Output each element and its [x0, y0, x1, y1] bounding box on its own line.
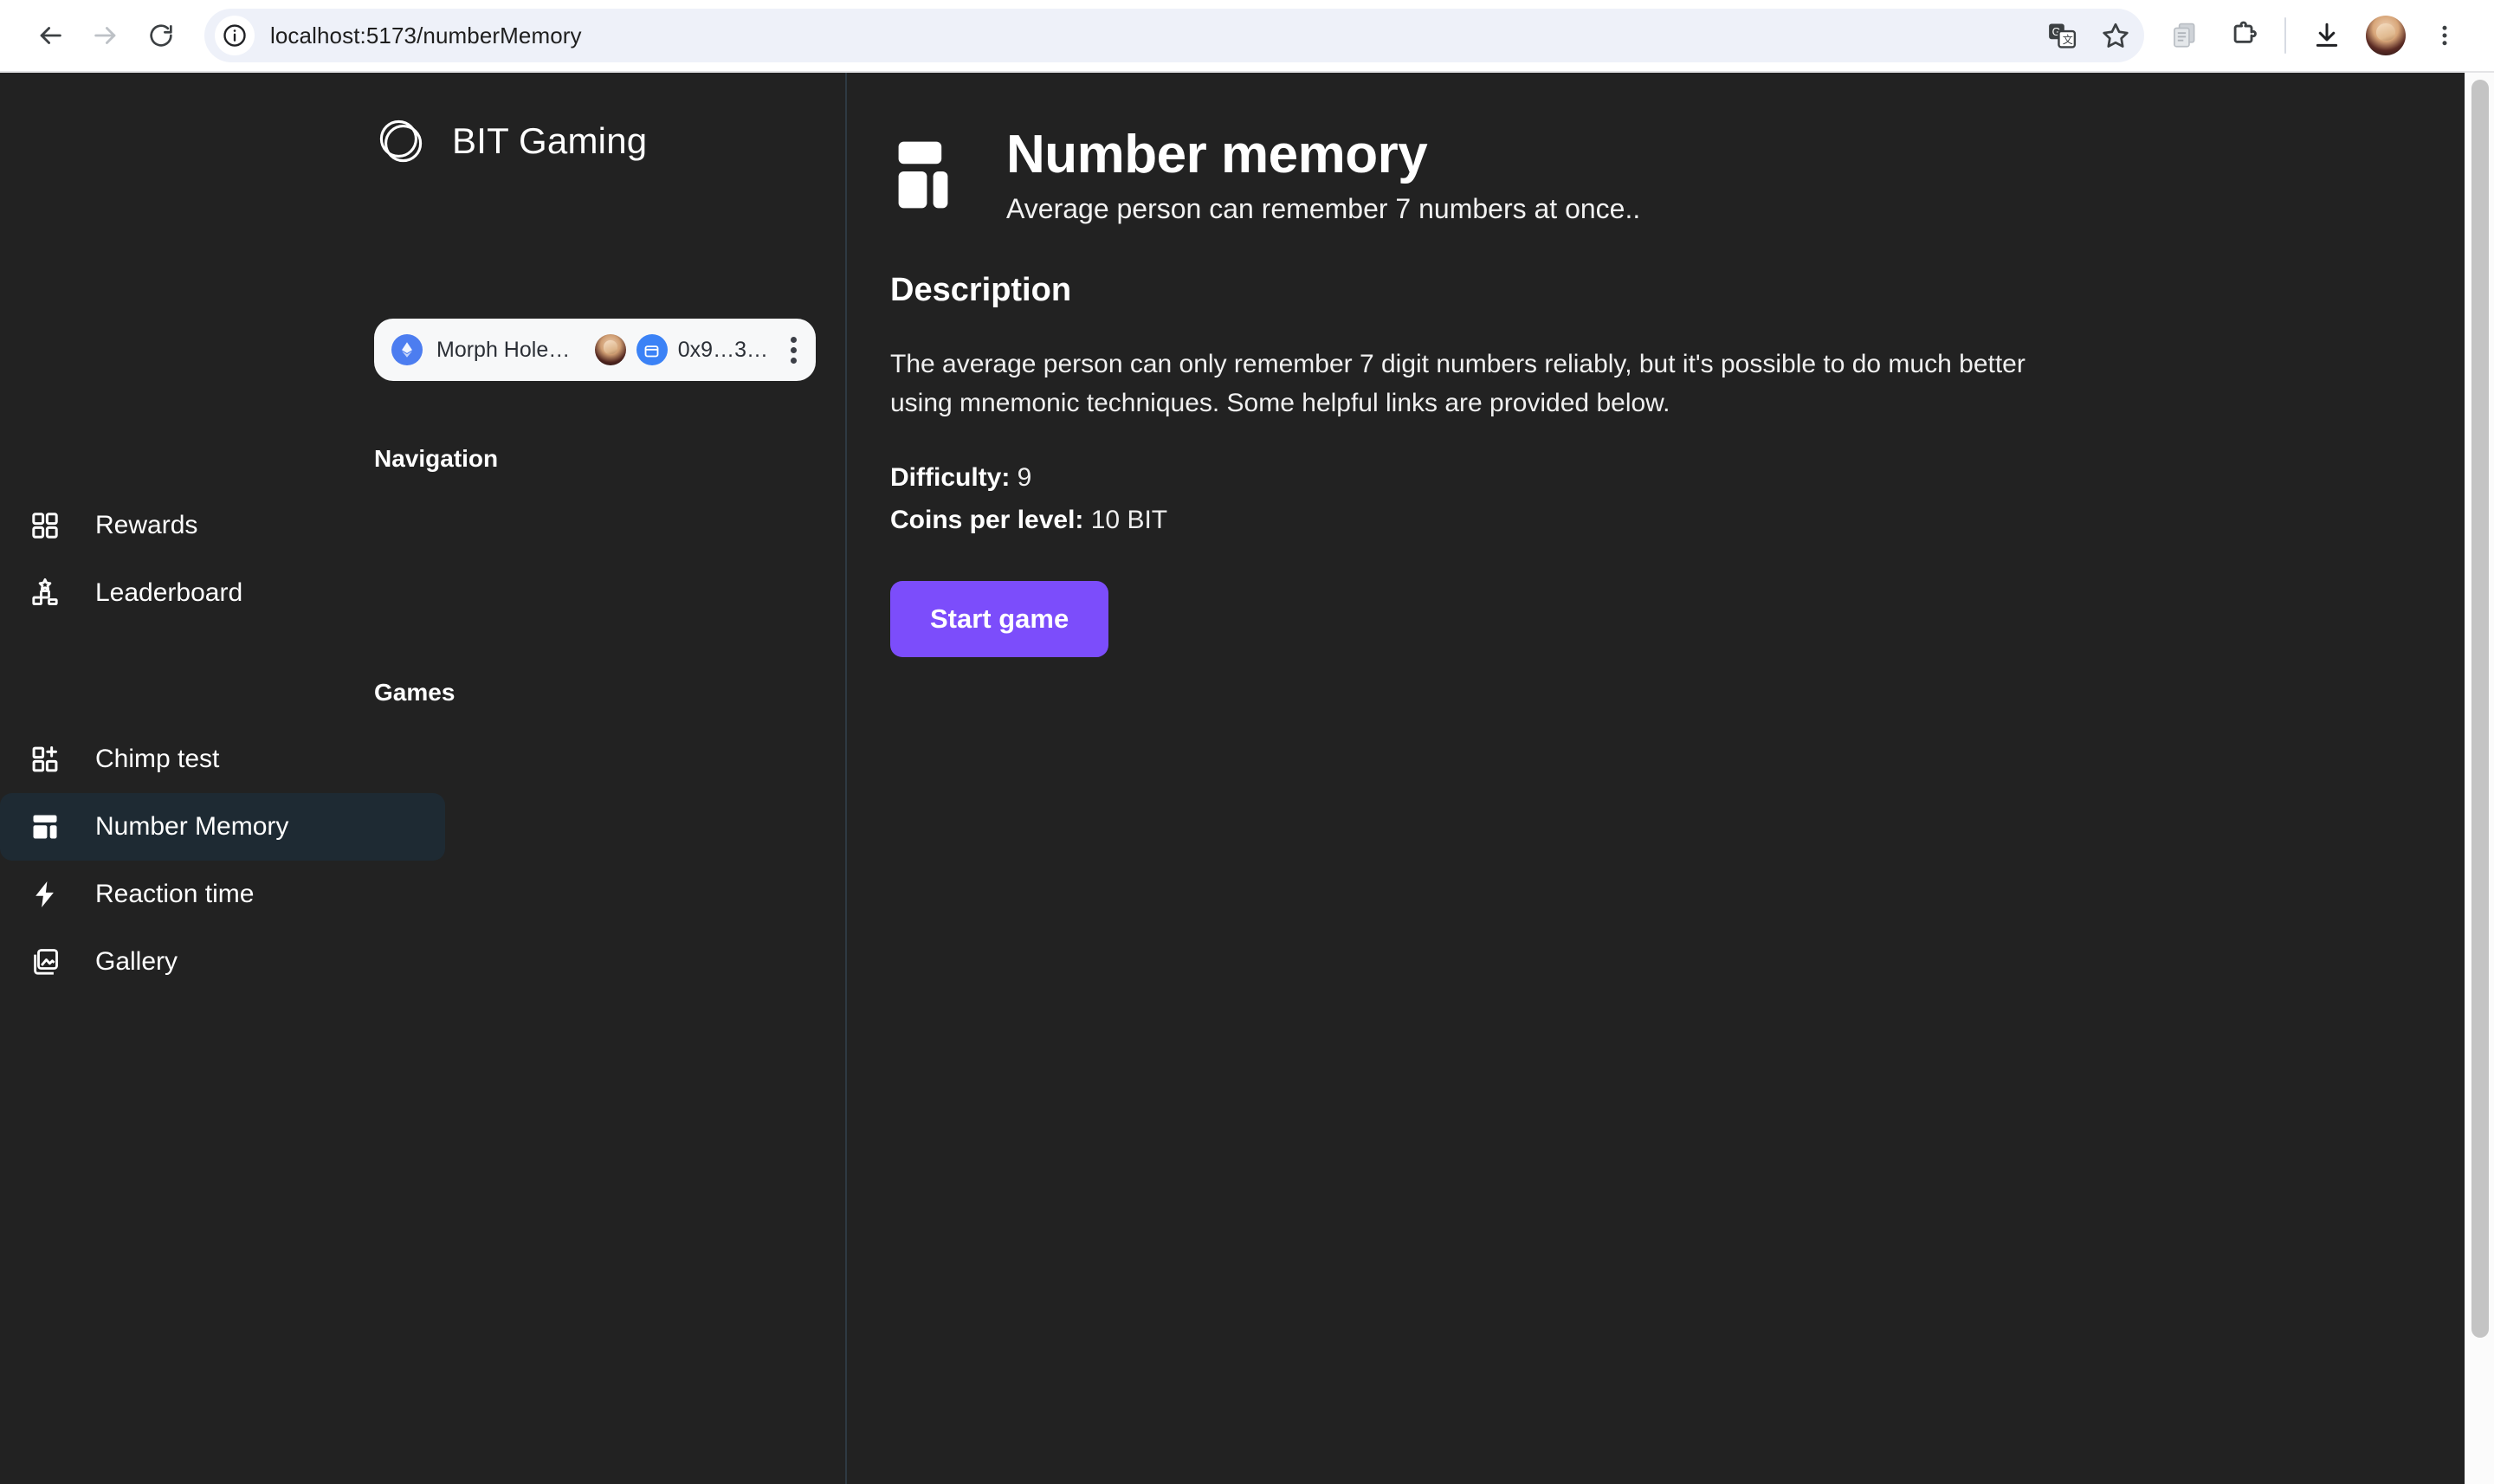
- wallet-account[interactable]: 0x9…3…: [594, 334, 797, 365]
- grid-squares-glyph: [32, 513, 58, 539]
- sidebar-item-reaction-time[interactable]: Reaction time: [0, 861, 445, 928]
- podium-star-glyph: [32, 577, 58, 606]
- grid-squares-icon: [26, 506, 64, 545]
- page-subtitle: Average person can remember 7 numbers at…: [1006, 193, 1641, 225]
- star-icon: [2103, 23, 2129, 48]
- layout-dashboard-icon: [26, 808, 64, 846]
- back-button[interactable]: [23, 8, 78, 63]
- sidebar-item-leaderboard[interactable]: Leaderboard: [0, 559, 445, 627]
- sidebar-item-number-memory[interactable]: Number Memory: [0, 793, 445, 861]
- translate-icon: G 文: [2049, 23, 2077, 48]
- sidebar-item-label: Gallery: [95, 947, 178, 976]
- difficulty-value: 9: [1017, 463, 1032, 493]
- difficulty-label: Difficulty:: [890, 463, 1011, 493]
- browser-toolbar: localhost:5173/numberMemory G 文: [0, 0, 2494, 73]
- reload-button[interactable]: [133, 8, 189, 63]
- coins-row: Coins per level: 10 BIT: [890, 500, 2494, 542]
- translate-button[interactable]: G 文: [2037, 10, 2087, 61]
- game-header: Number memory Average person can remembe…: [890, 125, 2494, 225]
- arrow-right-icon: [94, 27, 116, 44]
- site-info-button[interactable]: [215, 16, 255, 55]
- wallet-address: 0x9…3…: [677, 337, 768, 362]
- sidebar-item-label: Leaderboard: [95, 578, 243, 607]
- profile-avatar: [2366, 16, 2406, 55]
- svg-text:文: 文: [2063, 33, 2073, 46]
- wallet-glyph-icon: [644, 345, 659, 357]
- browser-actions: [2158, 9, 2471, 62]
- bookmark-button[interactable]: [2090, 10, 2141, 61]
- copy-pages-button[interactable]: [2158, 9, 2212, 62]
- layout-dashboard-glyph: [33, 815, 57, 839]
- description-heading: Description: [890, 272, 1072, 309]
- sidebar-item-chimp-test[interactable]: Chimp test: [0, 726, 445, 793]
- image-library-icon: [26, 943, 64, 981]
- browser-menu-button[interactable]: [2418, 9, 2471, 62]
- layout-dashboard-icon: [898, 141, 948, 209]
- coins-value: 10 BIT: [1090, 505, 1168, 534]
- sidebar-item-label: Chimp test: [95, 745, 220, 773]
- sidebar-section-navigation: Navigation Rewards Leaderboard: [0, 445, 847, 627]
- ethereum-diamond-icon: [391, 334, 423, 365]
- copy-pages-icon: [2174, 23, 2195, 48]
- reload-icon: [150, 24, 172, 47]
- download-icon: [2316, 23, 2338, 47]
- page-scrollbar[interactable]: [2465, 73, 2494, 1484]
- address-bar[interactable]: localhost:5173/numberMemory G 文: [204, 9, 2144, 62]
- page-viewport: BIT Gaming Morph Hole… 0x9…3… Navigation…: [0, 73, 2494, 1484]
- extensions-button[interactable]: [2217, 9, 2271, 62]
- sidebar-section-games: Games Chimp test Number Memory Reaction …: [0, 679, 847, 996]
- difficulty-row: Difficulty: 9: [890, 457, 2494, 500]
- wallet-connect-card[interactable]: Morph Hole… 0x9…3…: [374, 319, 816, 381]
- lightning-bolt-icon: [26, 875, 64, 913]
- toolbar-divider: [2284, 17, 2286, 54]
- info-circle-icon: [223, 24, 246, 47]
- game-header-text: Number memory Average person can remembe…: [1006, 125, 1640, 225]
- wallet-kebab-menu-icon[interactable]: [791, 336, 797, 364]
- image-library-glyph: [34, 949, 58, 975]
- three-dot-menu-icon: [2442, 25, 2447, 46]
- ethereum-glyph-icon: [402, 342, 412, 358]
- sidebar: BIT Gaming Morph Hole… 0x9…3… Navigation…: [0, 73, 847, 1484]
- lightning-bolt-glyph: [36, 881, 54, 907]
- grid-plus-icon: [26, 740, 64, 778]
- brand-name: BIT Gaming: [452, 120, 648, 161]
- sidebar-item-label: Rewards: [95, 511, 198, 539]
- sidebar-item-label: Reaction time: [95, 880, 255, 908]
- forward-button[interactable]: [78, 8, 133, 63]
- main-content: Number memory Average person can remembe…: [849, 73, 2494, 1484]
- account-avatar: [594, 334, 626, 365]
- extensions-puzzle-icon: [2233, 21, 2257, 43]
- url-text: localhost:5173/numberMemory: [270, 22, 582, 48]
- description-body: The average person can only remember 7 d…: [890, 350, 2026, 417]
- wallet-icon: [636, 334, 668, 365]
- start-game-button[interactable]: Start game: [890, 581, 1109, 658]
- sidebar-item-rewards[interactable]: Rewards: [0, 492, 445, 559]
- coins-label: Coins per level:: [890, 505, 1084, 534]
- brand-header[interactable]: BIT Gaming: [0, 73, 845, 168]
- page-title: Number memory: [1006, 125, 1428, 184]
- sidebar-item-gallery[interactable]: Gallery: [0, 928, 445, 996]
- section-label-navigation: Navigation: [374, 445, 499, 472]
- podium-star-icon: [26, 574, 64, 612]
- bit-gaming-circles-logo: [379, 119, 423, 163]
- wallet-chain-name: Morph Hole…: [436, 337, 571, 362]
- downloads-button[interactable]: [2300, 9, 2354, 62]
- sidebar-item-label: Number Memory: [95, 812, 289, 841]
- arrow-left-icon: [40, 27, 61, 44]
- section-label-games: Games: [374, 679, 456, 706]
- scrollbar-thumb[interactable]: [2471, 80, 2489, 1338]
- grid-plus-glyph: [32, 746, 58, 772]
- profile-button[interactable]: [2359, 9, 2413, 62]
- wallet-chain[interactable]: Morph Hole…: [391, 334, 570, 365]
